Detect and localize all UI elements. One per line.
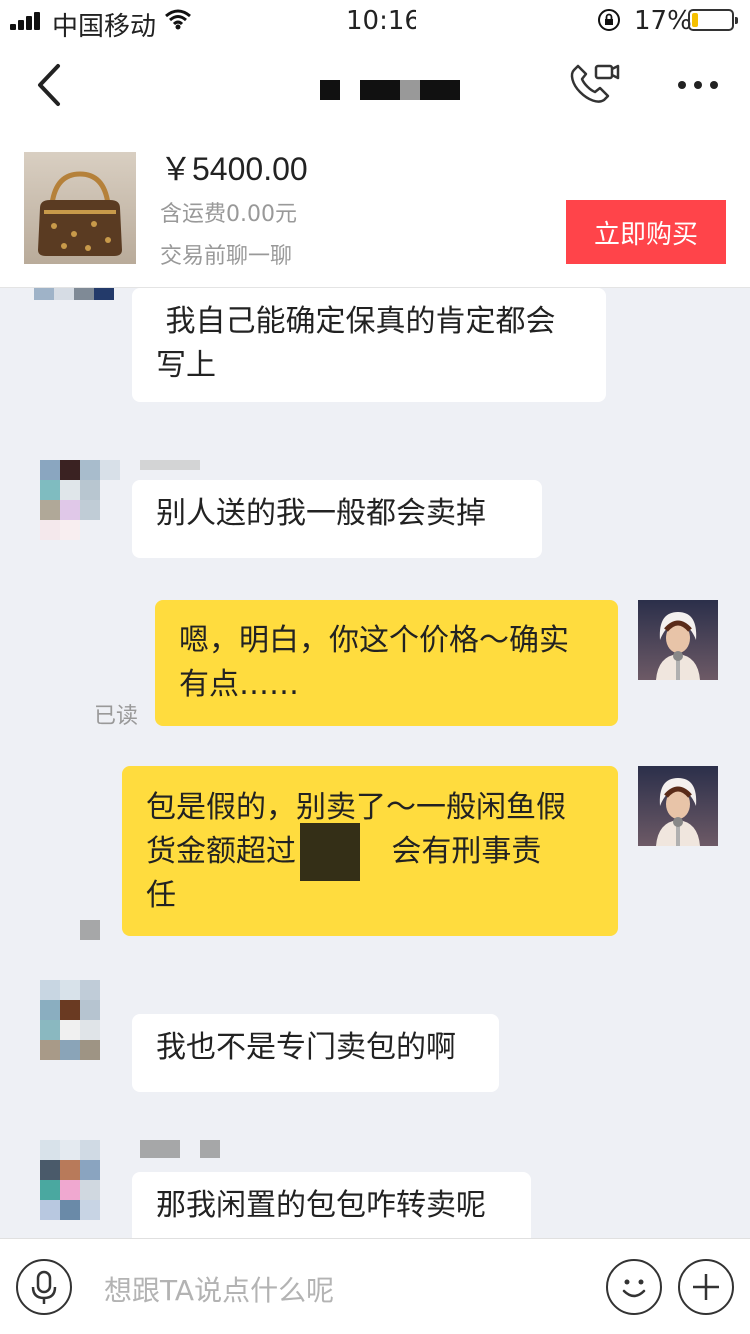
sender-avatar[interactable] [40, 460, 120, 540]
my-avatar[interactable] [638, 766, 718, 846]
signal-icon [10, 10, 46, 30]
status-time: 10:16 [346, 6, 416, 36]
message-bubble-incoming[interactable]: 我自己能确定保真的肯定都会 写上 [132, 288, 606, 402]
battery-nub [735, 17, 738, 24]
shipping-fee: 含运费0.00元 [160, 202, 297, 227]
microphone-icon [31, 1270, 57, 1304]
chat-prompt: 交易前聊一聊 [160, 244, 293, 269]
sender-name-blurred [140, 1140, 180, 1158]
sender-avatar[interactable] [40, 980, 120, 1060]
plus-icon [693, 1274, 719, 1300]
input-bar: 想跟TA说点什么呢 [0, 1238, 750, 1334]
chat-partner-name [316, 76, 466, 100]
read-receipt: 已读 [94, 704, 139, 729]
rotation-lock-icon [598, 9, 620, 31]
product-card: ￥5400.00 含运费0.00元 交易前聊一聊 立即购买 [0, 132, 750, 288]
my-avatar[interactable] [638, 600, 718, 680]
message-bubble-outgoing[interactable]: 嗯，明白，你这个价格～确实 有点…… [155, 600, 618, 726]
redacted-amount [300, 823, 360, 881]
chat-thread: 我自己能确定保真的肯定都会 写上 别人送的我一般都会卖掉 嗯，明白，你这个价格～… [0, 288, 750, 1238]
sender-avatar[interactable] [34, 288, 114, 340]
portrait-image [656, 778, 700, 846]
message-input[interactable]: 想跟TA说点什么呢 [104, 1269, 334, 1309]
back-icon[interactable] [30, 58, 70, 112]
battery-level [692, 13, 698, 27]
product-price: ￥5400.00 [160, 151, 308, 187]
video-call-icon[interactable] [566, 60, 622, 110]
wifi-icon [165, 9, 191, 30]
sender-name-blurred [200, 1140, 220, 1158]
plus-button[interactable] [678, 1259, 734, 1315]
emoji-icon [622, 1279, 646, 1298]
portrait-image [656, 612, 700, 680]
read-receipt-blurred [80, 920, 100, 940]
status-bar: 中国移动 10:16 17% [0, 0, 750, 42]
battery-icon [688, 9, 738, 31]
nav-bar [0, 40, 750, 132]
emoji-button[interactable] [606, 1259, 662, 1315]
more-icon[interactable] [674, 70, 722, 100]
sender-avatar[interactable] [40, 1140, 120, 1220]
buy-now-button[interactable]: 立即购买 [566, 200, 726, 264]
message-bubble-incoming[interactable]: 我也不是专门卖包的啊 [132, 1014, 499, 1092]
sender-name-blurred [140, 460, 200, 470]
message-bubble-incoming[interactable]: 那我闲置的包包咋转卖呢 [132, 1172, 531, 1238]
voice-button[interactable] [16, 1259, 72, 1315]
battery-percent: 17% [634, 6, 692, 36]
carrier-label: 中国移动 [52, 12, 157, 42]
message-bubble-incoming[interactable]: 别人送的我一般都会卖掉 [132, 480, 542, 558]
product-thumbnail[interactable] [24, 152, 136, 264]
message-bubble-outgoing[interactable]: 包是假的，别卖了～一般闲鱼假 货金额超过 会有刑事责 任 [122, 766, 618, 936]
handbag-image [38, 171, 122, 256]
